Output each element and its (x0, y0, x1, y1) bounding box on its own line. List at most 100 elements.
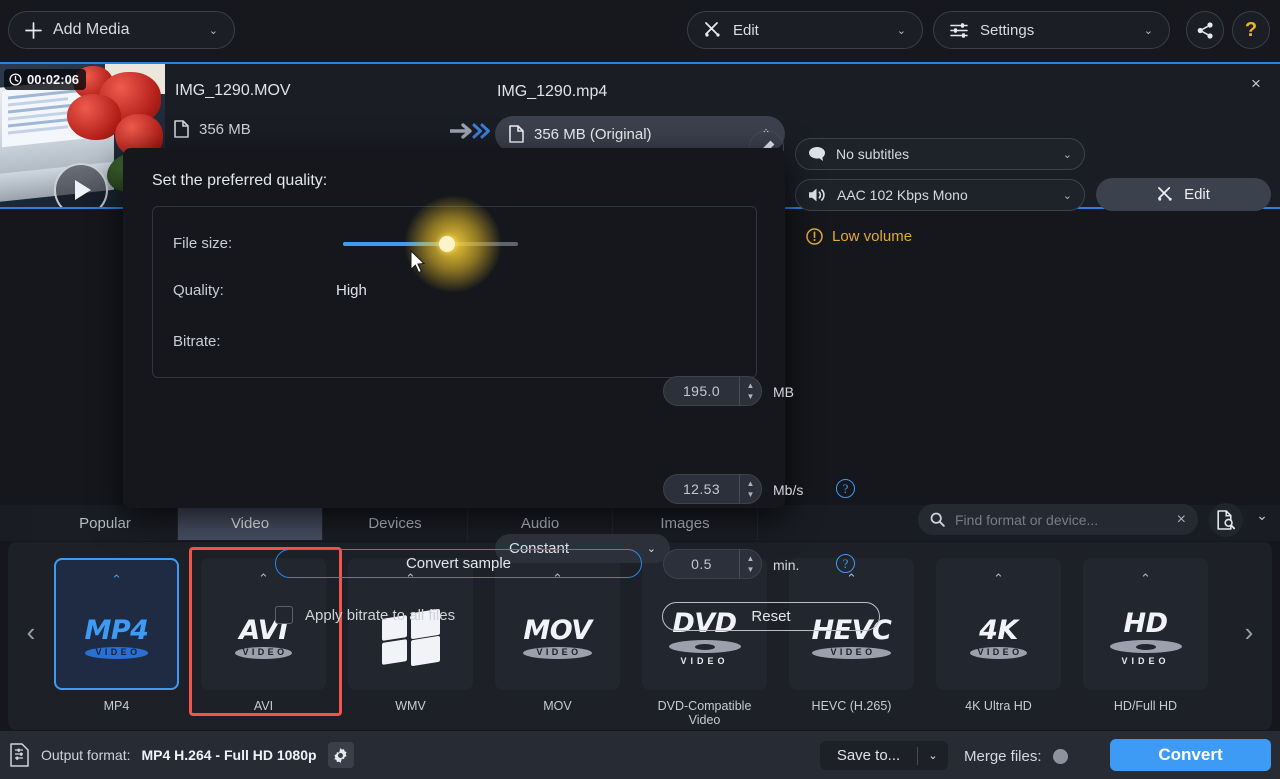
source-file-size: 356 MB (174, 120, 251, 138)
convert-button[interactable]: Convert (1110, 739, 1271, 771)
search-icon (930, 512, 945, 527)
file-icon (174, 120, 189, 138)
bitrate-input[interactable]: 12.53 ▲▼ (663, 474, 762, 504)
file-size-unit: MB (773, 384, 794, 400)
merge-files-label: Merge files: (964, 748, 1042, 765)
app-window: Add Media ⌄ Edit ⌄ Settings ⌄ (0, 0, 1280, 779)
settings-menu-button[interactable]: Settings ⌄ (933, 11, 1170, 49)
format-card-avi[interactable]: ⌃ AVIVIDEO AVI (201, 558, 326, 727)
apply-bitrate-all-checkbox[interactable]: Apply bitrate to all files (275, 606, 455, 624)
format-card-hd[interactable]: ⌃ HDVIDEO HD/Full HD (1083, 558, 1208, 727)
save-to-button[interactable]: Save to... ⌄ (820, 741, 948, 770)
format-logo-sub: VIDEO (1110, 657, 1182, 666)
reset-button[interactable]: Reset (662, 602, 880, 631)
edit-menu-label: Edit (733, 22, 759, 39)
help-button[interactable]: ? (1232, 11, 1270, 49)
settings-menu-label: Settings (980, 22, 1034, 39)
edit-menu-button[interactable]: Edit ⌄ (687, 11, 923, 49)
chevron-up-icon[interactable]: ⌃ (1140, 571, 1151, 587)
output-settings-button[interactable] (328, 742, 354, 768)
document-search-icon (1217, 510, 1236, 530)
format-card-hevc[interactable]: ⌃ HEVCVIDEO HEVC (H.265) (789, 558, 914, 727)
top-toolbar: Add Media ⌄ Edit ⌄ Settings ⌄ (0, 0, 1280, 60)
format-logo: AVIVIDEO (202, 587, 325, 689)
chevron-down-icon: ⌄ (1256, 507, 1268, 524)
file-icon (509, 125, 524, 143)
add-media-label: Add Media (53, 21, 130, 39)
tab-label: Devices (368, 515, 421, 532)
sample-help-icon[interactable]: ? (836, 554, 855, 573)
format-logo-sub: VIDEO (970, 647, 1026, 659)
source-file-name: IMG_1290.MOV (175, 82, 291, 100)
tab-devices[interactable]: Devices (323, 506, 468, 540)
bitrate-help-icon[interactable]: ? (836, 479, 855, 498)
file-size-stepper[interactable]: ▲▼ (739, 377, 761, 405)
share-button[interactable] (1186, 11, 1224, 49)
chevron-down-icon: ⌄ (1144, 24, 1153, 37)
slider-thumb[interactable] (439, 236, 455, 252)
format-caption: HEVC (H.265) (789, 699, 914, 713)
subtitles-dropdown[interactable]: No subtitles ⌄ (795, 138, 1085, 170)
carousel-prev-button[interactable]: ‹ (16, 610, 46, 654)
format-card-list: ⌃ MP4VIDEO MP4 ⌃ AVIVIDEO AVI (54, 558, 1208, 727)
chevron-up-icon[interactable]: ⌃ (846, 571, 857, 587)
subtitles-label: No subtitles (836, 146, 909, 162)
merge-files-toggle[interactable] (1053, 749, 1068, 764)
low-volume-text: Low volume (832, 228, 912, 245)
format-caption: 4K Ultra HD (936, 699, 1061, 713)
format-logo-sub: VIDEO (812, 647, 892, 659)
reset-label: Reset (751, 608, 790, 625)
sliders-icon (950, 22, 969, 39)
collapse-panel-button[interactable]: ⌄ (1248, 500, 1276, 530)
format-logo: MP4VIDEO (56, 588, 177, 688)
share-icon (1197, 22, 1214, 39)
clock-icon (9, 73, 22, 86)
gear-icon (332, 747, 349, 764)
tab-label: Video (231, 515, 269, 532)
format-search[interactable]: × (918, 504, 1198, 535)
clear-search-icon[interactable]: × (1177, 511, 1186, 529)
close-icon: × (1251, 74, 1261, 94)
format-caption: HD/Full HD (1083, 699, 1208, 713)
file-size-slider[interactable] (343, 242, 518, 246)
sample-duration-stepper[interactable]: ▲▼ (739, 550, 761, 578)
chevron-up-icon[interactable]: ⌃ (993, 571, 1004, 587)
chevron-right-icon: › (1245, 617, 1254, 648)
format-card-mov[interactable]: ⌃ MOVVIDEO MOV (495, 558, 620, 727)
edit-file-button[interactable]: Edit (1096, 178, 1271, 211)
sample-duration-value: 0.5 (664, 556, 739, 572)
conversion-arrow-icon (450, 122, 492, 140)
quality-value: High (336, 282, 367, 299)
carousel-next-button[interactable]: › (1234, 610, 1264, 654)
chevron-up-icon[interactable]: ⌃ (111, 572, 122, 588)
low-volume-warning: Low volume (806, 228, 912, 245)
add-media-button[interactable]: Add Media ⌄ (8, 11, 235, 49)
tab-popular[interactable]: Popular (33, 506, 178, 540)
format-card-wmv[interactable]: ⌃ WMV (348, 558, 473, 727)
format-card-4k[interactable]: ⌃ 4KVIDEO 4K Ultra HD (936, 558, 1061, 727)
remove-file-button[interactable]: × (1244, 72, 1268, 96)
duration-text: 00:02:06 (27, 72, 79, 87)
format-logo-sub: VIDEO (523, 647, 591, 659)
bitrate-stepper[interactable]: ▲▼ (739, 475, 761, 503)
format-card-dvd[interactable]: ⌃ DVDVIDEO DVD-Compatible Video (642, 558, 767, 727)
chevron-up-icon[interactable]: ⌃ (258, 571, 269, 587)
browse-format-file-button[interactable] (1209, 503, 1243, 537)
tab-video[interactable]: Video (178, 506, 323, 540)
bottom-bar: Output format: MP4 H.264 - Full HD 1080p… (0, 731, 1280, 779)
search-input[interactable] (955, 512, 1167, 528)
play-icon (75, 180, 91, 200)
sample-duration-input[interactable]: 0.5 ▲▼ (663, 549, 762, 579)
file-size-input[interactable]: 195.0 ▲▼ (663, 376, 762, 406)
tab-label: Images (660, 515, 709, 532)
format-logo (349, 587, 472, 689)
format-card-mp4[interactable]: ⌃ MP4VIDEO MP4 (54, 558, 179, 727)
format-caption: AVI (201, 699, 326, 713)
tab-label: Popular (79, 515, 131, 532)
chevron-down-icon: ⌄ (897, 24, 906, 37)
convert-sample-button[interactable]: Convert sample (275, 549, 642, 578)
audio-track-dropdown[interactable]: AAC 102 Kbps Mono ⌄ (795, 179, 1085, 211)
duration-badge: 00:02:06 (4, 69, 86, 90)
format-tile: ⌃ MP4VIDEO (54, 558, 179, 690)
target-size-dropdown[interactable]: 356 MB (Original) ⌃ (495, 116, 785, 152)
